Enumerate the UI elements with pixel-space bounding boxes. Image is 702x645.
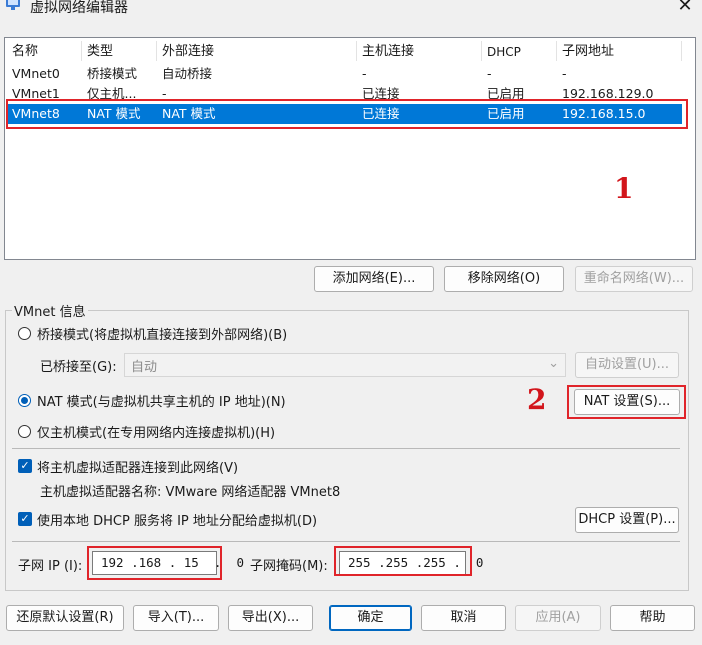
column-header-host[interactable]: 主机连接: [362, 42, 414, 62]
adapter-name-text: 主机虚拟适配器名称: VMware 网络适配器 VMnet8: [40, 485, 341, 500]
chevron-down-icon: ⌄: [548, 356, 559, 371]
column-header-subnet[interactable]: 子网地址: [562, 42, 614, 62]
annotation-number: 1: [614, 172, 634, 205]
column-header-name[interactable]: 名称: [12, 42, 38, 62]
bridged-to-label: 已桥接至(G):: [40, 360, 117, 375]
cancel-button[interactable]: 取消: [421, 605, 506, 631]
use-dhcp-checkbox[interactable]: ✓: [18, 512, 32, 526]
annotation-highlight-box: [6, 99, 688, 129]
bridged-to-value: 自动: [131, 360, 158, 375]
divider: [12, 541, 680, 542]
rename-network-button[interactable]: 重命名网络(W)...: [575, 266, 693, 292]
ok-button[interactable]: 确定: [329, 605, 412, 631]
remove-network-button[interactable]: 移除网络(O): [444, 266, 564, 292]
network-row[interactable]: VMnet0 桥接模式 自动桥接 - - -: [6, 64, 682, 84]
help-button[interactable]: 帮助: [610, 605, 695, 631]
network-list[interactable]: 名称 类型 外部连接 主机连接 DHCP 子网地址 VMnet0 桥接模式 自动…: [4, 37, 696, 260]
row-host: -: [362, 66, 367, 81]
close-button[interactable]: ✕: [674, 0, 696, 16]
subnet-mask-label: 子网掩码(M):: [250, 559, 328, 574]
title-bar: 虚拟网络编辑器 ✕: [0, 0, 702, 20]
group-label: VMnet 信息: [12, 301, 88, 320]
apply-button[interactable]: 应用(A): [515, 605, 601, 631]
bridge-mode-label[interactable]: 桥接模式(将虚拟机直接连接到外部网络)(B): [37, 324, 287, 343]
divider: [12, 448, 680, 449]
network-editor-icon: [6, 0, 20, 10]
annotation-highlight-box: [334, 546, 472, 576]
window-title: 虚拟网络编辑器: [30, 0, 128, 16]
host-only-radio[interactable]: [18, 425, 31, 438]
row-subnet: -: [562, 66, 567, 81]
nat-mode-label[interactable]: NAT 模式(与虚拟机共享主机的 IP 地址)(N): [37, 391, 286, 410]
column-header-dhcp[interactable]: DHCP: [487, 42, 521, 62]
annotation-number: 2: [527, 383, 547, 416]
row-dhcp: -: [487, 66, 492, 81]
use-dhcp-label[interactable]: 使用本地 DHCP 服务将 IP 地址分配给虚拟机(D): [37, 510, 317, 529]
column-header-external[interactable]: 外部连接: [162, 42, 214, 62]
export-button[interactable]: 导出(X)...: [228, 605, 313, 631]
connect-adapter-label[interactable]: 将主机虚拟适配器连接到此网络(V): [37, 457, 238, 476]
nat-mode-radio[interactable]: [18, 394, 31, 407]
row-name: VMnet0: [12, 66, 60, 81]
row-external: 自动桥接: [162, 66, 213, 81]
import-button[interactable]: 导入(T)...: [133, 605, 219, 631]
row-type: 桥接模式: [87, 66, 138, 81]
close-icon: ✕: [677, 0, 693, 16]
dhcp-settings-button[interactable]: DHCP 设置(P)...: [575, 507, 679, 533]
restore-defaults-button[interactable]: 还原默认设置(R): [6, 605, 124, 631]
column-header-type[interactable]: 类型: [87, 42, 113, 62]
add-network-button[interactable]: 添加网络(E)...: [314, 266, 434, 292]
annotation-highlight-box: [87, 546, 222, 580]
bridge-mode-radio[interactable]: [18, 327, 31, 340]
bridged-to-select[interactable]: 自动 ⌄: [124, 353, 566, 377]
connect-adapter-checkbox[interactable]: ✓: [18, 459, 32, 473]
subnet-ip-label: 子网 IP (I):: [18, 559, 83, 574]
auto-settings-button[interactable]: 自动设置(U)...: [575, 352, 679, 378]
host-only-label[interactable]: 仅主机模式(在专用网络内连接虚拟机)(H): [37, 422, 275, 441]
annotation-highlight-box: [567, 385, 686, 419]
